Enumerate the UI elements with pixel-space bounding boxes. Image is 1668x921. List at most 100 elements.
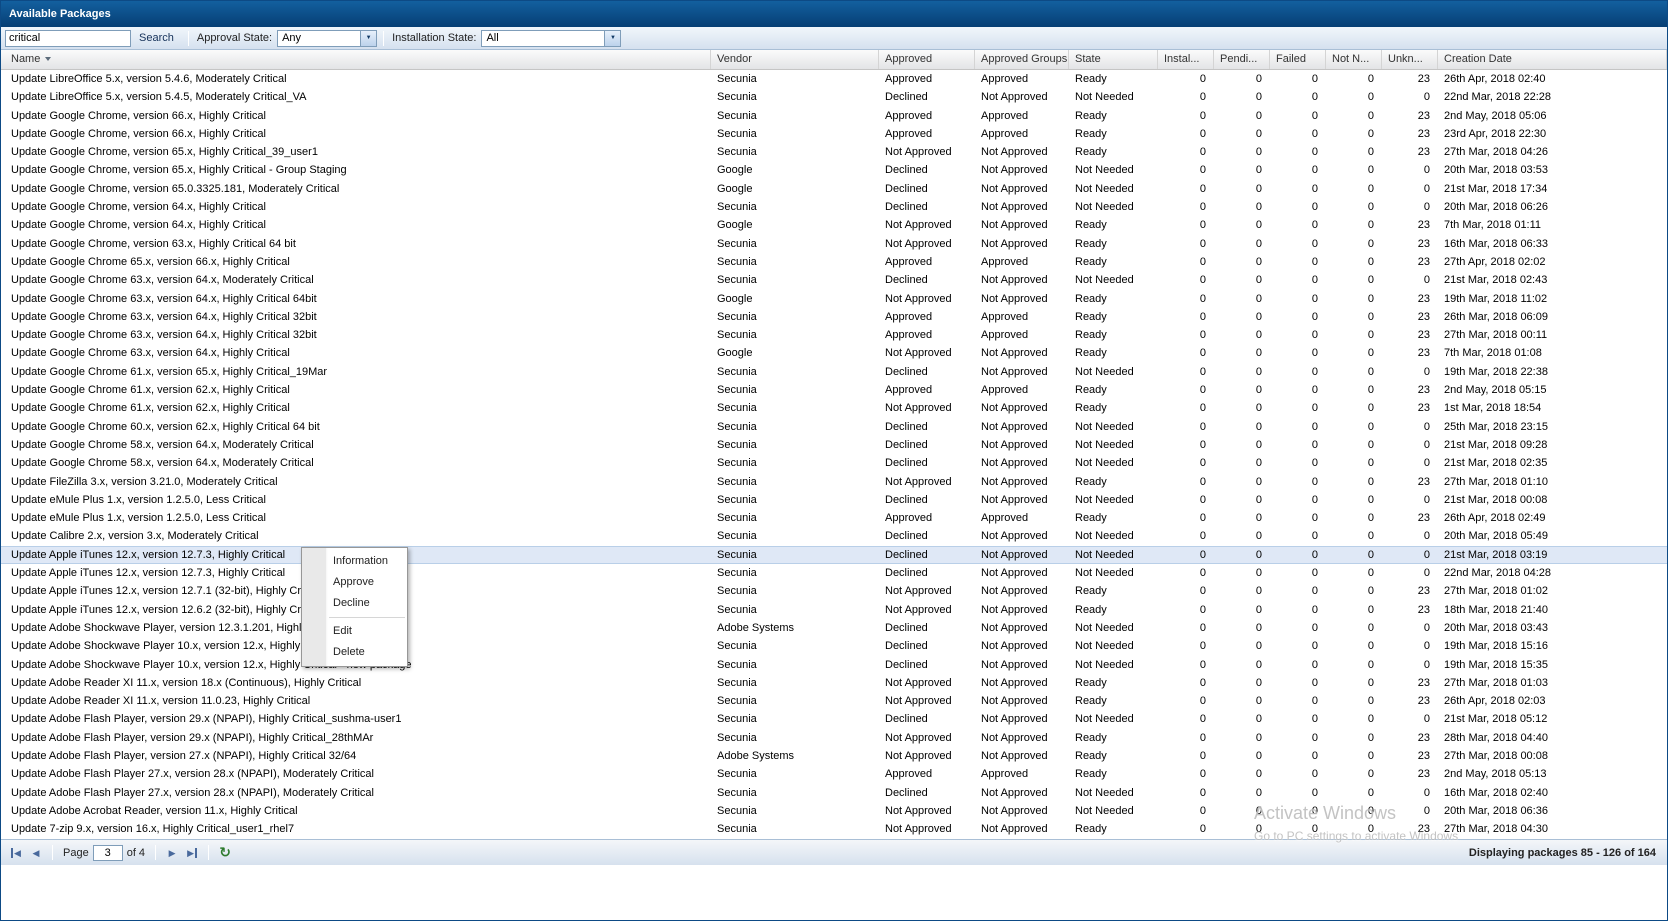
table-row[interactable]: Update eMule Plus 1.x, version 1.2.5.0, …	[1, 509, 1667, 527]
cell-approved: Approved	[879, 509, 975, 527]
column-header-label: State	[1075, 53, 1101, 65]
table-row[interactable]: Update Google Chrome 60.x, version 62.x,…	[1, 418, 1667, 436]
cell-creation_date: 21st Mar, 2018 05:12	[1438, 710, 1667, 728]
table-row[interactable]: Update Google Chrome 61.x, version 62.x,…	[1, 399, 1667, 417]
cell-unknown: 23	[1382, 326, 1438, 344]
table-row[interactable]: Update Adobe Reader XI 11.x, version 18.…	[1, 674, 1667, 692]
table-row[interactable]: Update Google Chrome 63.x, version 64.x,…	[1, 308, 1667, 326]
column-header-failed[interactable]: Failed	[1270, 50, 1326, 69]
table-row[interactable]: Update LibreOffice 5.x, version 5.4.5, M…	[1, 88, 1667, 106]
table-row[interactable]: Update Google Chrome 58.x, version 64.x,…	[1, 454, 1667, 472]
table-row[interactable]: Update FileZilla 3.x, version 3.21.0, Mo…	[1, 473, 1667, 491]
cell-not_needed: 0	[1326, 491, 1382, 509]
cell-name: Update Google Chrome 58.x, version 64.x,…	[1, 436, 711, 454]
approval-state-select[interactable]: Any ▼	[277, 30, 377, 47]
table-row[interactable]: Update Google Chrome, version 64.x, High…	[1, 198, 1667, 216]
column-header-not_needed[interactable]: Not N...	[1326, 50, 1382, 69]
table-row[interactable]: Update Google Chrome 58.x, version 64.x,…	[1, 436, 1667, 454]
page-number-input[interactable]	[93, 845, 123, 861]
table-row[interactable]: Update Google Chrome, version 66.x, High…	[1, 107, 1667, 125]
cell-pending: 0	[1214, 710, 1270, 728]
installation-state-value: All	[481, 30, 604, 47]
cell-pending: 0	[1214, 381, 1270, 399]
cell-failed: 0	[1270, 674, 1326, 692]
cell-failed: 0	[1270, 216, 1326, 234]
column-header-unknown[interactable]: Unkn...	[1382, 50, 1438, 69]
sort-desc-icon	[45, 57, 51, 61]
table-row[interactable]: Update Calibre 2.x, version 3.x, Moderat…	[1, 527, 1667, 545]
table-row[interactable]: Update Google Chrome, version 63.x, High…	[1, 235, 1667, 253]
column-header-state[interactable]: State	[1069, 50, 1158, 69]
column-header-approved[interactable]: Approved	[879, 50, 975, 69]
cell-state: Ready	[1069, 125, 1158, 143]
column-header-vendor[interactable]: Vendor	[711, 50, 879, 69]
cell-failed: 0	[1270, 363, 1326, 381]
table-row[interactable]: Update Google Chrome 61.x, version 65.x,…	[1, 363, 1667, 381]
table-row[interactable]: Update Adobe Flash Player 27.x, version …	[1, 765, 1667, 783]
table-row[interactable]: Update Apple iTunes 12.x, version 12.7.3…	[1, 546, 1667, 564]
installation-state-trigger[interactable]: ▼	[604, 30, 621, 47]
table-row[interactable]: Update Adobe Flash Player, version 27.x …	[1, 747, 1667, 765]
menu-item-approve[interactable]: Approve	[302, 572, 407, 593]
table-row[interactable]: Update LibreOffice 5.x, version 5.4.6, M…	[1, 70, 1667, 88]
cell-state: Ready	[1069, 308, 1158, 326]
table-row[interactable]: Update Adobe Shockwave Player, version 1…	[1, 619, 1667, 637]
previous-page-button[interactable]: ◀	[26, 844, 46, 862]
cell-pending: 0	[1214, 418, 1270, 436]
table-row[interactable]: Update eMule Plus 1.x, version 1.2.5.0, …	[1, 491, 1667, 509]
table-row[interactable]: Update Google Chrome 61.x, version 62.x,…	[1, 381, 1667, 399]
table-row[interactable]: Update Adobe Shockwave Player 10.x, vers…	[1, 637, 1667, 655]
cell-failed: 0	[1270, 70, 1326, 88]
column-header-pending[interactable]: Pendi...	[1214, 50, 1270, 69]
cell-approved_groups: Approved	[975, 253, 1069, 271]
menu-item-decline[interactable]: Decline	[302, 593, 407, 614]
table-row[interactable]: Update Adobe Reader XI 11.x, version 11.…	[1, 692, 1667, 710]
installation-state-select[interactable]: All ▼	[481, 30, 621, 47]
table-row[interactable]: Update Google Chrome 63.x, version 64.x,…	[1, 271, 1667, 289]
table-row[interactable]: Update Apple iTunes 12.x, version 12.6.2…	[1, 601, 1667, 619]
next-page-button[interactable]: ▶	[162, 844, 182, 862]
search-input[interactable]	[5, 30, 131, 47]
cell-failed: 0	[1270, 381, 1326, 399]
table-row[interactable]: Update Adobe Acrobat Reader, version 11.…	[1, 802, 1667, 820]
table-row[interactable]: Update Apple iTunes 12.x, version 12.7.1…	[1, 582, 1667, 600]
toolbar-separator	[383, 31, 384, 46]
table-row[interactable]: Update Adobe Flash Player 27.x, version …	[1, 784, 1667, 802]
refresh-button[interactable]: ↻	[215, 844, 235, 862]
first-page-button[interactable]: ◀	[6, 844, 26, 862]
cell-approved: Not Approved	[879, 820, 975, 838]
table-row[interactable]: Update Google Chrome, version 64.x, High…	[1, 216, 1667, 234]
cell-pending: 0	[1214, 180, 1270, 198]
table-row[interactable]: Update Apple iTunes 12.x, version 12.7.3…	[1, 564, 1667, 582]
table-row[interactable]: Update Google Chrome 63.x, version 64.x,…	[1, 344, 1667, 362]
table-row[interactable]: Update Google Chrome, version 65.x, High…	[1, 143, 1667, 161]
table-row[interactable]: Update Google Chrome 65.x, version 66.x,…	[1, 253, 1667, 271]
column-header-approved_groups[interactable]: Approved Groups	[975, 50, 1069, 69]
search-button[interactable]: Search	[131, 28, 182, 48]
menu-item-edit[interactable]: Edit	[302, 621, 407, 642]
table-row[interactable]: Update Google Chrome 63.x, version 64.x,…	[1, 290, 1667, 308]
table-row[interactable]: Update Google Chrome 63.x, version 64.x,…	[1, 326, 1667, 344]
last-page-button[interactable]: ▶	[182, 844, 202, 862]
table-row[interactable]: Update Adobe Shockwave Player 10.x, vers…	[1, 656, 1667, 674]
column-header-creation_date[interactable]: Creation Date	[1438, 50, 1667, 69]
cell-failed: 0	[1270, 418, 1326, 436]
table-row[interactable]: Update Adobe Flash Player, version 29.x …	[1, 710, 1667, 728]
menu-item-delete[interactable]: Delete	[302, 642, 407, 663]
table-row[interactable]: Update 7-zip 9.x, version 16.x, Highly C…	[1, 820, 1667, 838]
table-row[interactable]: Update Google Chrome, version 65.x, High…	[1, 161, 1667, 179]
cell-failed: 0	[1270, 235, 1326, 253]
approval-state-trigger[interactable]: ▼	[360, 30, 377, 47]
column-header-installed[interactable]: Instal...	[1158, 50, 1214, 69]
cell-not_needed: 0	[1326, 710, 1382, 728]
column-header-name[interactable]: Name	[1, 50, 711, 69]
cell-creation_date: 16th Mar, 2018 02:40	[1438, 784, 1667, 802]
cell-pending: 0	[1214, 88, 1270, 106]
menu-item-information[interactable]: Information	[302, 551, 407, 572]
cell-not_needed: 0	[1326, 70, 1382, 88]
cell-approved: Declined	[879, 180, 975, 198]
table-row[interactable]: Update Google Chrome, version 65.0.3325.…	[1, 180, 1667, 198]
table-row[interactable]: Update Google Chrome, version 66.x, High…	[1, 125, 1667, 143]
table-row[interactable]: Update Adobe Flash Player, version 29.x …	[1, 729, 1667, 747]
cell-not_needed: 0	[1326, 363, 1382, 381]
